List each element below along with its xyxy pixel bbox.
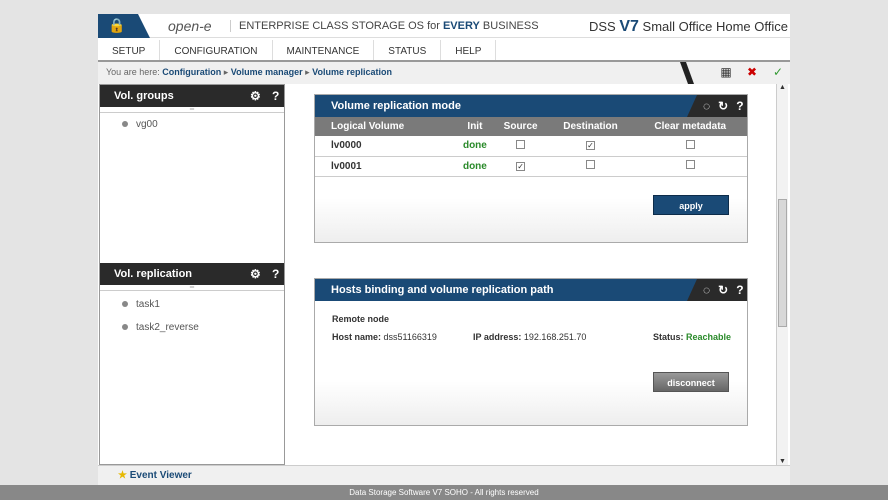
volume-name: lv0001 (315, 156, 457, 177)
col-destination: Destination (547, 117, 634, 136)
app-window: 🔒 open-e ENTERPRISE CLASS STORAGE OS for… (98, 14, 790, 485)
ip-address: IP address: 192.168.251.70 (473, 332, 587, 342)
menu-status[interactable]: STATUS (374, 40, 442, 60)
lock-icon[interactable]: 🔒 (98, 14, 150, 38)
disconnect-button[interactable]: disconnect (653, 372, 729, 392)
spinner-icon: ◌ (703, 99, 719, 113)
source-checkbox[interactable] (516, 139, 526, 149)
help-icon[interactable]: ? (272, 267, 279, 281)
tree-item-task2-reverse[interactable]: task2_reverse (100, 319, 284, 336)
spinner-icon: ◌ (703, 283, 719, 297)
menu-maintenance[interactable]: MAINTENANCE (273, 40, 375, 60)
init-status: done (456, 136, 494, 157)
col-init: Init (456, 117, 494, 136)
table-row: lv0000 done ✓ (315, 136, 747, 157)
resize-grip[interactable]: ═ (100, 107, 284, 113)
remote-node-label: Remote node (332, 314, 390, 324)
scrollbar-thumb[interactable] (778, 199, 787, 327)
destination-checkbox[interactable]: ✓ (586, 141, 595, 151)
main-menu: SETUP CONFIGURATION MAINTENANCE STATUS H… (98, 38, 790, 62)
status: Status: Reachable (652, 332, 731, 342)
info-icon[interactable]: ✓ (770, 65, 786, 81)
menu-setup[interactable]: SETUP (98, 40, 161, 60)
vol-groups-header: Vol. groups ⚙? (100, 85, 284, 107)
logo: open-e (168, 18, 212, 34)
menu-configuration[interactable]: CONFIGURATION (160, 40, 273, 60)
volume-name: lv0000 (315, 136, 457, 157)
tagline: ENTERPRISE CLASS STORAGE OS for EVERY BU… (230, 20, 539, 32)
destination-checkbox[interactable] (586, 160, 595, 169)
source-checkbox[interactable]: ✓ (516, 161, 526, 171)
logout-icon[interactable]: ✖ (744, 65, 760, 81)
breadcrumb-volume-replication[interactable]: Volume replication (312, 67, 392, 77)
resize-grip[interactable]: ═ (100, 285, 284, 291)
gear-icon[interactable]: ⚙ (250, 89, 261, 103)
volume-replication-mode-panel: Volume replication mode ◌↻? Logical Volum… (314, 94, 748, 243)
menu-help[interactable]: HELP (441, 40, 497, 60)
panel-title: Hosts binding and volume replication pat… (331, 284, 554, 296)
col-logical-volume: Logical Volume (315, 117, 457, 136)
col-source: Source (493, 117, 548, 136)
replication-table: Logical Volume Init Source Destination Clear… (315, 117, 747, 177)
star-icon: ★ (118, 470, 127, 481)
clear-metadata-checkbox[interactable] (685, 160, 695, 169)
refresh-icon[interactable]: ↻ (718, 283, 736, 297)
hosts-binding-panel: Hosts binding and volume replication pat… (314, 278, 748, 426)
breadcrumb-volume-manager[interactable]: Volume manager (231, 67, 303, 77)
apply-button[interactable]: apply (653, 195, 729, 215)
product-name: DSS V7 Small Office Home Office (589, 18, 788, 35)
main-content: Volume replication mode ◌↻? Logical Volum… (286, 84, 776, 465)
scrollbar[interactable]: ▲ ▼ (776, 84, 788, 465)
gear-icon[interactable]: ⚙ (250, 267, 261, 281)
header: 🔒 open-e ENTERPRISE CLASS STORAGE OS for… (98, 14, 790, 38)
table-row: lv0001 done ✓ (315, 156, 747, 177)
breadcrumb-prefix: You are here: (106, 67, 160, 77)
help-icon[interactable]: ? (736, 283, 747, 297)
init-status: done (456, 156, 494, 177)
col-clear-metadata: Clear metadata (633, 117, 747, 136)
clear-metadata-checkbox[interactable] (685, 139, 695, 149)
tree-item-vg00[interactable]: vg00 (100, 116, 284, 133)
host-name: Host name: dss51166319 (332, 332, 437, 342)
panel-title: Volume replication mode (331, 100, 461, 112)
hardware-icon[interactable]: ▦ (718, 65, 734, 81)
breadcrumb-configuration[interactable]: Configuration (162, 67, 221, 77)
footer: Data Storage Software V7 SOHO - All righ… (0, 485, 888, 500)
vol-replication-header: Vol. replication ⚙? (100, 263, 284, 285)
event-viewer[interactable]: ★ Event Viewer (98, 465, 790, 485)
tree-item-task1[interactable]: task1 (100, 296, 284, 313)
left-sidebar: Vol. groups ⚙? ═ vg00 Vol. replication ⚙? … (99, 84, 285, 465)
help-icon[interactable]: ? (272, 89, 279, 103)
refresh-icon[interactable]: ↻ (718, 99, 736, 113)
help-icon[interactable]: ? (736, 99, 747, 113)
